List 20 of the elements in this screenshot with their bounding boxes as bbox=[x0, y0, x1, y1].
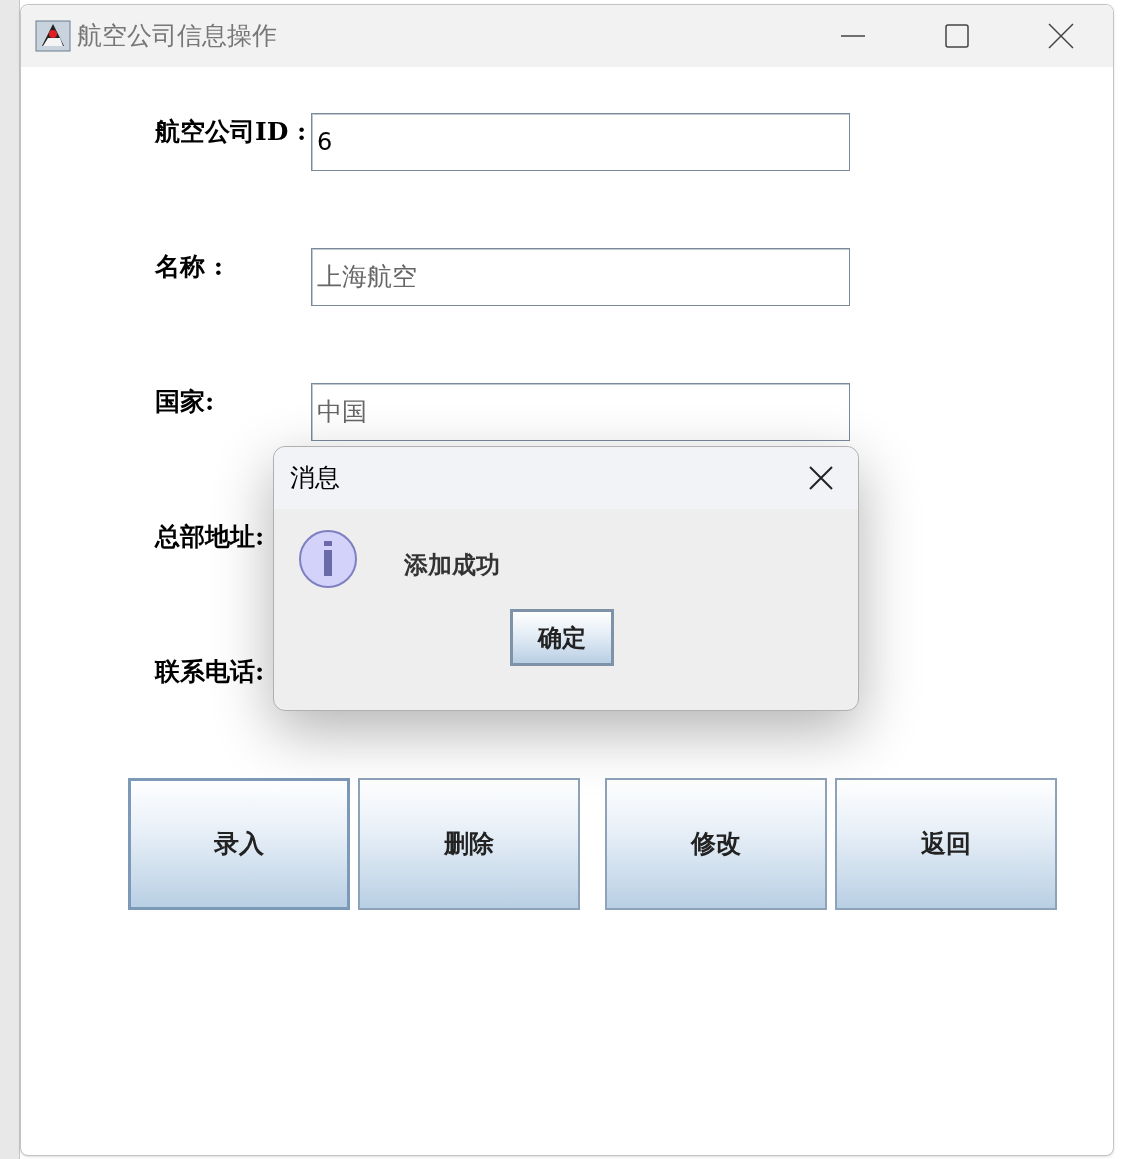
dialog-message: 添加成功 bbox=[404, 549, 500, 581]
field-label: 总部地址: bbox=[155, 521, 266, 553]
field-label: 联系电话: bbox=[155, 656, 266, 688]
action-button[interactable]: 返回 bbox=[835, 778, 1057, 910]
info-icon bbox=[298, 529, 358, 589]
field-label: 国家: bbox=[155, 386, 216, 418]
ok-button[interactable]: 确定 bbox=[510, 609, 614, 666]
text-field[interactable]: 6 bbox=[311, 113, 850, 171]
close-icon bbox=[1048, 23, 1074, 49]
field-label: 航空公司ID : bbox=[155, 116, 308, 148]
duke-mascot-icon bbox=[35, 20, 71, 52]
close-icon bbox=[809, 466, 833, 490]
dialog-title: 消息 bbox=[290, 462, 340, 495]
action-button[interactable]: 删除 bbox=[358, 778, 580, 910]
minimize-icon bbox=[840, 35, 866, 37]
action-button[interactable]: 录入 bbox=[128, 778, 350, 910]
maximize-icon bbox=[945, 24, 969, 48]
action-button[interactable]: 修改 bbox=[605, 778, 827, 910]
field-label: 名称 : bbox=[155, 251, 224, 283]
window-title: 航空公司信息操作 bbox=[77, 20, 277, 53]
